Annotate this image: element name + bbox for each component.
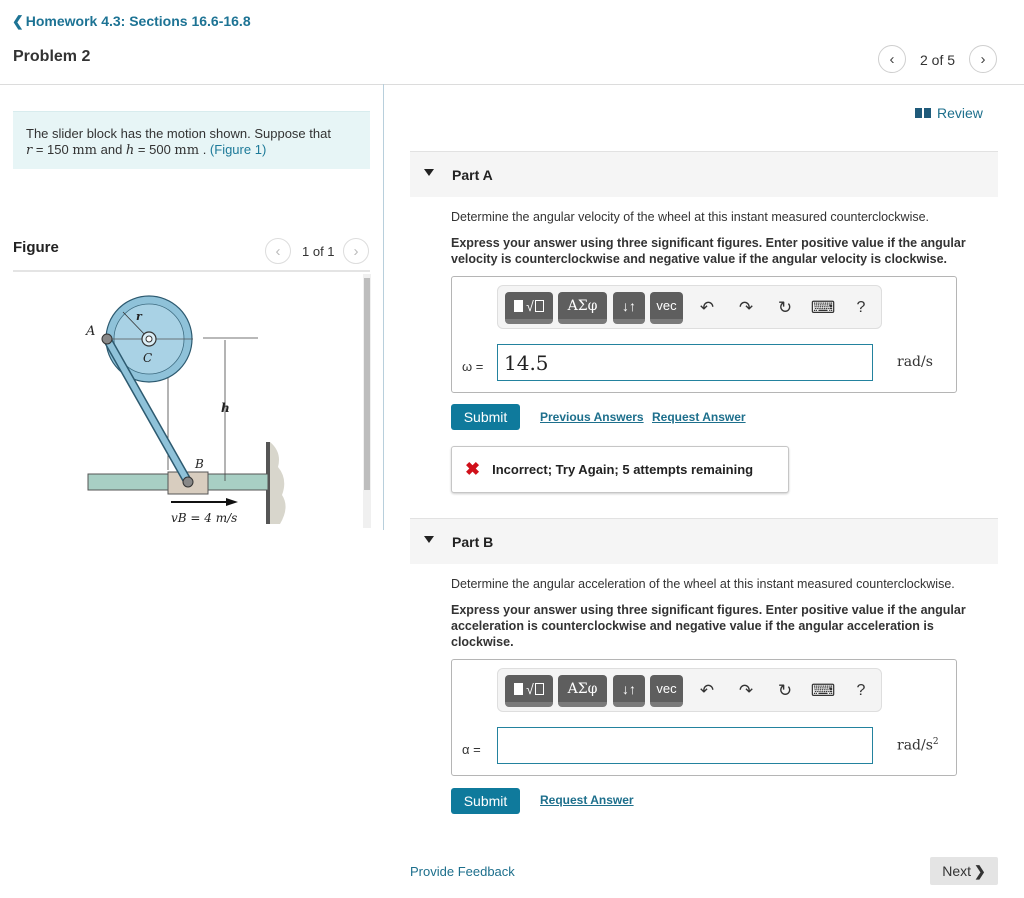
- redo-icon[interactable]: ↷: [734, 295, 758, 321]
- back-link-label: Homework 4.3: Sections 16.6-16.8: [25, 13, 251, 29]
- part-a-header[interactable]: Part A: [410, 151, 998, 197]
- figure-scrollbar-thumb[interactable]: [364, 278, 370, 490]
- previous-problem-button[interactable]: ‹: [878, 45, 906, 73]
- punctuation: .: [199, 142, 210, 157]
- pane-divider[interactable]: [383, 84, 384, 530]
- chevron-right-icon: ❯: [974, 862, 986, 879]
- part-b-instructions: Express your answer using three signific…: [451, 603, 966, 649]
- a-label: A: [85, 324, 95, 339]
- templates-button[interactable]: √: [505, 675, 553, 707]
- back-to-assignment-link[interactable]: ❮ Homework 4.3: Sections 16.6-16.8: [12, 13, 251, 30]
- box-icon: [534, 682, 544, 695]
- alpha-label: α =: [462, 742, 481, 757]
- provide-feedback-link[interactable]: Provide Feedback: [410, 864, 515, 879]
- caret-down-icon: [424, 536, 434, 543]
- velocity-arrow-icon: [226, 498, 238, 506]
- feedback-message: Incorrect; Try Again; 5 attempts remaini…: [492, 462, 754, 477]
- statement-text: The slider block has the motion shown. S…: [26, 126, 331, 141]
- part-a-submit-button[interactable]: Submit: [451, 404, 520, 430]
- slider-wheel-diagram: h r C A B vB = 4 m/s: [85, 295, 286, 525]
- part-a-question: Determine the angular velocity of the wh…: [451, 210, 930, 224]
- next-label: Next: [942, 863, 972, 879]
- part-b-question: Determine the angular acceleration of th…: [451, 577, 955, 591]
- caret-down-icon: [424, 169, 434, 176]
- radical-icon: √: [526, 297, 534, 314]
- next-problem-button[interactable]: ›: [969, 45, 997, 73]
- math-toolbar: √ ΑΣφ ↓↑ vec ↶ ↷ ↻ ⌨ ?: [497, 285, 882, 329]
- problem-statement: The slider block has the motion shown. S…: [13, 111, 370, 169]
- figure-link[interactable]: (Figure 1): [210, 142, 266, 157]
- part-a-answer-box: √ ΑΣφ ↓↑ vec ↶ ↷ ↻ ⌨ ? ω = rad/s: [451, 276, 957, 393]
- header-divider: [0, 84, 1024, 85]
- omega-input[interactable]: [497, 344, 873, 381]
- part-a-request-answer-link[interactable]: Request Answer: [652, 410, 746, 424]
- part-b-title: Part B: [452, 534, 494, 550]
- alpha-unit: rad/s2: [897, 737, 939, 754]
- problem-title: Problem 2: [13, 48, 91, 65]
- greek-symbols-button[interactable]: ΑΣφ: [558, 675, 607, 707]
- incorrect-feedback: ✖ Incorrect; Try Again; 5 attempts remai…: [451, 446, 789, 493]
- chevron-right-icon: ›: [980, 50, 986, 68]
- reset-icon[interactable]: ↻: [773, 678, 797, 704]
- vb-label: vB = 4 m/s: [171, 511, 237, 525]
- previous-answers-link[interactable]: Previous Answers: [540, 410, 644, 424]
- omega-unit: rad/s: [897, 354, 933, 370]
- templates-button[interactable]: √: [505, 292, 553, 324]
- figure-title: Figure: [13, 239, 59, 256]
- chevron-left-icon: ‹: [275, 242, 281, 260]
- alpha-input[interactable]: [497, 727, 873, 764]
- part-b-submit-button[interactable]: Submit: [451, 788, 520, 814]
- r-unit: mm: [72, 143, 97, 158]
- undo-icon[interactable]: ↶: [695, 678, 719, 704]
- figure-divider: [13, 270, 370, 272]
- help-icon[interactable]: ?: [849, 678, 873, 704]
- chevron-left-icon: ❮: [12, 13, 24, 29]
- arrows-button[interactable]: ↓↑: [613, 675, 645, 707]
- omega-label: ω =: [462, 359, 484, 374]
- keyboard-icon[interactable]: ⌨: [811, 295, 836, 321]
- box-icon: [534, 299, 544, 312]
- review-link[interactable]: Review: [915, 105, 983, 121]
- part-a-title: Part A: [452, 167, 493, 183]
- figure-image: h r C A B vB = 4 m/s: [13, 274, 363, 528]
- ground-wall: [266, 442, 286, 524]
- book-icon: [915, 108, 931, 118]
- r-value: = 150: [32, 142, 73, 157]
- conjunction: and: [97, 142, 126, 157]
- problem-counter: 2 of 5: [920, 52, 956, 68]
- part-b-answer-box: √ ΑΣφ ↓↑ vec ↶ ↷ ↻ ⌨ ? α = rad/s2: [451, 659, 957, 776]
- alpha-unit-exponent: 2: [932, 737, 939, 747]
- part-b-header[interactable]: Part B: [410, 518, 998, 564]
- review-label: Review: [937, 105, 983, 121]
- c-label: C: [143, 351, 152, 365]
- keyboard-icon[interactable]: ⌨: [811, 678, 836, 704]
- h-value: = 500: [134, 142, 175, 157]
- greek-symbols-button[interactable]: ΑΣφ: [558, 292, 607, 324]
- arrows-button[interactable]: ↓↑: [613, 292, 645, 324]
- h-unit: mm: [174, 143, 200, 158]
- vector-button[interactable]: vec: [650, 292, 683, 324]
- vector-button[interactable]: vec: [650, 675, 683, 707]
- b-label: B: [194, 457, 204, 471]
- alpha-unit-base: rad/s: [897, 737, 933, 754]
- block-icon: [514, 299, 524, 312]
- next-button[interactable]: Next ❯: [930, 857, 998, 885]
- chevron-right-icon: ›: [353, 242, 359, 260]
- radical-icon: √: [526, 680, 534, 697]
- undo-icon[interactable]: ↶: [695, 295, 719, 321]
- part-a-instructions: Express your answer using three signific…: [451, 236, 966, 266]
- figure-counter: 1 of 1: [302, 244, 335, 259]
- part-b-request-answer-link[interactable]: Request Answer: [540, 793, 634, 807]
- x-icon: ✖: [465, 459, 481, 479]
- math-toolbar: √ ΑΣφ ↓↑ vec ↶ ↷ ↻ ⌨ ?: [497, 668, 882, 712]
- next-figure-button[interactable]: ›: [343, 238, 369, 264]
- redo-icon[interactable]: ↷: [734, 678, 758, 704]
- h-label: h: [221, 401, 230, 415]
- block-icon: [514, 682, 524, 695]
- chevron-left-icon: ‹: [889, 50, 895, 68]
- reset-icon[interactable]: ↻: [773, 295, 797, 321]
- previous-figure-button[interactable]: ‹: [265, 238, 291, 264]
- help-icon[interactable]: ?: [849, 295, 873, 321]
